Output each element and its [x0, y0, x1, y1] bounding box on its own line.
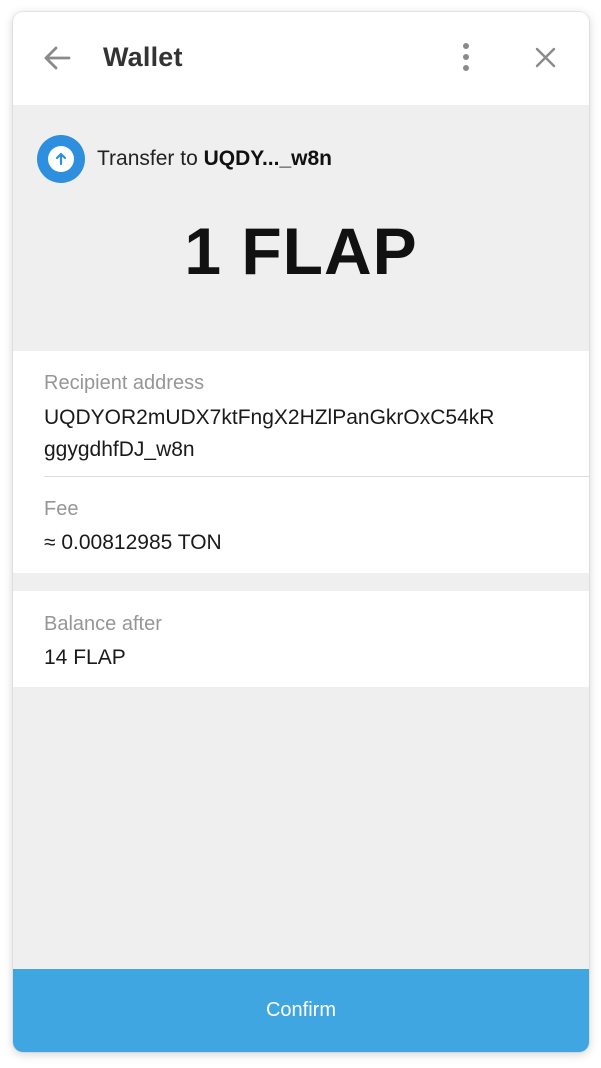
- transfer-summary: Transfer to UQDY..._w8n 1 FLAP: [13, 105, 589, 351]
- balance-after-label: Balance after: [44, 613, 162, 635]
- more-menu-button[interactable]: [451, 40, 481, 76]
- back-button[interactable]: [39, 40, 75, 76]
- wallet-window: Wallet Transfer to UQDY..._w8n 1 FLAP Re…: [13, 12, 589, 1052]
- transfer-amount: 1 FLAP: [184, 214, 418, 288]
- divider: [44, 476, 589, 477]
- arrow-up-circle-icon: [37, 135, 85, 183]
- fee-value: ≈ 0.00812985 TON: [44, 531, 222, 554]
- confirm-button[interactable]: Confirm: [13, 969, 589, 1052]
- recipient-address-line-2: ggygdhfDJ_w8n: [44, 438, 195, 461]
- recipient-address-line-1: UQDYOR2mUDX7ktFngX2HZlPanGkrOxC54kR: [44, 406, 495, 429]
- balance-card: Balance after 14 FLAP: [13, 591, 589, 687]
- details-card: Recipient address UQDYOR2mUDX7ktFngX2HZl…: [13, 351, 589, 573]
- transfer-row: Transfer to UQDY..._w8n: [37, 135, 332, 183]
- header-bar: Wallet: [13, 12, 589, 105]
- page-title: Wallet: [103, 42, 183, 72]
- transfer-destination: Transfer to UQDY..._w8n: [97, 147, 332, 171]
- fee-label: Fee: [44, 498, 79, 520]
- arrow-left-icon: [44, 46, 71, 70]
- recipient-address-value: UQDYOR2mUDX7ktFngX2HZlPanGkrOxC54kR ggyg…: [44, 402, 494, 466]
- short-address: UQDY..._w8n: [203, 147, 332, 170]
- more-vertical-icon: [463, 43, 469, 71]
- transfer-prefix: Transfer to: [97, 147, 204, 170]
- recipient-address-label: Recipient address: [44, 372, 205, 394]
- close-button[interactable]: [527, 40, 563, 76]
- balance-after-value: 14 FLAP: [44, 646, 126, 669]
- close-icon: [535, 47, 556, 68]
